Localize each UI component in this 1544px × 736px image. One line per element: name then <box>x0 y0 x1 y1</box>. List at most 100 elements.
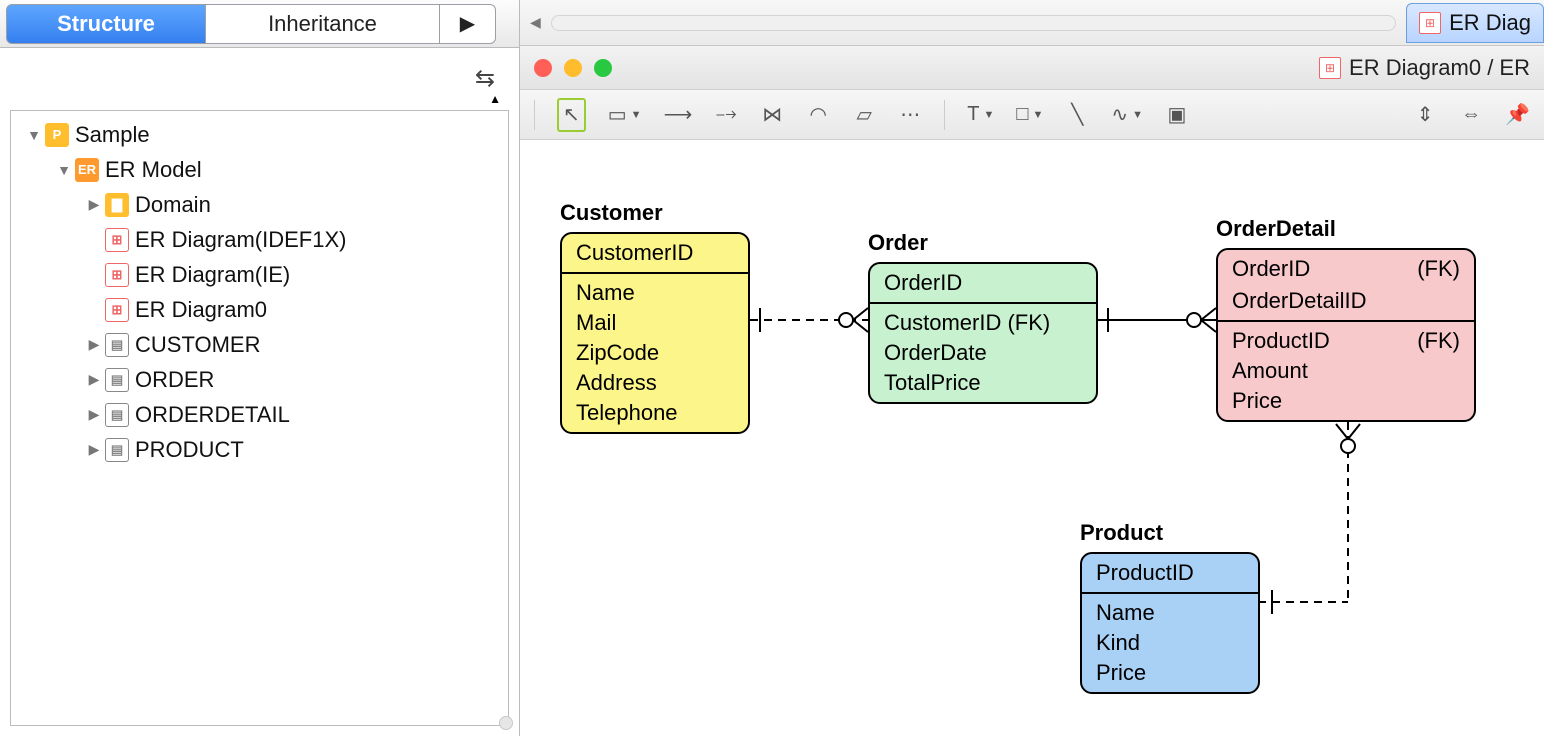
er-diagram-icon: ⊞ <box>105 228 129 252</box>
table-icon: ▤ <box>105 333 129 357</box>
resize-handle[interactable] <box>499 716 513 730</box>
tool-image[interactable]: ▣ <box>1165 98 1189 132</box>
tab-inheritance[interactable]: Inheritance <box>206 4 440 44</box>
editor-area: ◀ ⊞ ER Diag ⊞ ER Diagram0 / ER ↖ ▭▼ ⟶ ⤍ <box>520 0 1544 736</box>
tool-note[interactable]: ▱ <box>852 98 876 132</box>
diagram-canvas[interactable]: Customer CustomerID Name Mail ZipCode Ad… <box>520 140 1544 736</box>
er-diagram-icon: ⊞ <box>105 298 129 322</box>
entity-title: OrderDetail <box>1216 216 1476 242</box>
attribute: Kind <box>1082 628 1258 658</box>
attribute: OrderDate <box>870 338 1096 368</box>
sidebar-toolbar: ⇆ ▲ <box>0 48 519 108</box>
left-sidebar: Structure Inheritance ▶ ⇆ ▲ ▼ P Sample ▼… <box>0 0 520 736</box>
sidebar-tabbar: Structure Inheritance ▶ <box>0 0 519 48</box>
tree-label: Sample <box>75 122 150 148</box>
diagram-toolbar: ↖ ▭▼ ⟶ ⤍ ⋈ ◠ ▱ ⋯ T▼ □▼ ╲ ∿▼ ▣ ⇕ ⇔ 📌 <box>520 90 1544 140</box>
tree-node-diagram-idef1x[interactable]: ▶ ⊞ ER Diagram(IDEF1X) <box>19 222 500 257</box>
entity-product[interactable]: Product ProductID Name Kind Price <box>1080 520 1260 694</box>
er-diagram-icon: ⊞ <box>105 263 129 287</box>
pk-attribute: OrderID(FK) <box>1218 250 1474 282</box>
tree-label: ORDER <box>135 367 214 393</box>
pk-attribute: OrderDetailID <box>1218 282 1474 322</box>
close-window-button[interactable] <box>534 59 552 77</box>
separator <box>944 100 945 130</box>
tool-align-vertical[interactable]: ⇕ <box>1413 98 1437 132</box>
tree-node-domain[interactable]: ▶ ▇ Domain <box>19 187 500 222</box>
zoom-window-button[interactable] <box>594 59 612 77</box>
tool-relation-ident[interactable]: ⤍ <box>714 98 738 132</box>
entity-order[interactable]: Order OrderID CustomerID (FK) OrderDate … <box>868 230 1098 404</box>
tool-text[interactable]: T▼ <box>967 98 994 132</box>
tab-structure[interactable]: Structure <box>6 4 206 44</box>
attribute: Telephone <box>562 398 748 428</box>
tree-node-customer[interactable]: ▶ ▤ CUSTOMER <box>19 327 500 362</box>
attribute: Name <box>562 278 748 308</box>
tree-label: PRODUCT <box>135 437 244 463</box>
tree-label: ER Diagram0 <box>135 297 267 323</box>
editor-tab-label: ER Diag <box>1449 10 1531 36</box>
tool-subtype[interactable]: ◠ <box>806 98 830 132</box>
swap-icon[interactable]: ⇆ <box>475 64 495 93</box>
tree-label: Domain <box>135 192 211 218</box>
pk-attribute: CustomerID <box>562 234 748 274</box>
tree-label: ORDERDETAIL <box>135 402 290 428</box>
entity-title: Order <box>868 230 1098 256</box>
entity-title: Product <box>1080 520 1260 546</box>
tree-node-orderdetail[interactable]: ▶ ▤ ORDERDETAIL <box>19 397 500 432</box>
pk-attribute: ProductID <box>1082 554 1258 594</box>
attribute: Address <box>562 368 748 398</box>
attribute: Price <box>1218 386 1474 416</box>
relation-customer-order[interactable] <box>750 300 870 340</box>
er-model-icon: ER <box>75 158 99 182</box>
relation-product-orderdetail[interactable] <box>1258 422 1388 622</box>
separator <box>534 100 535 130</box>
entity-orderdetail[interactable]: OrderDetail OrderID(FK) OrderDetailID Pr… <box>1216 216 1476 422</box>
tree-node-order[interactable]: ▶ ▤ ORDER <box>19 362 500 397</box>
table-icon: ▤ <box>105 368 129 392</box>
attribute: TotalPrice <box>870 368 1096 398</box>
scroll-left-icon[interactable]: ◀ <box>520 14 551 31</box>
attribute: ProductID(FK) <box>1218 326 1474 356</box>
tool-relation-many[interactable]: ⋈ <box>760 98 784 132</box>
tool-entity[interactable]: ▭▼ <box>608 98 642 132</box>
project-icon: P <box>45 123 69 147</box>
attribute: CustomerID (FK) <box>870 308 1096 338</box>
attribute: Name <box>1082 598 1258 628</box>
tree-node-diagram-ie[interactable]: ▶ ⊞ ER Diagram(IE) <box>19 257 500 292</box>
tool-rect[interactable]: □▼ <box>1016 98 1043 132</box>
tab-more[interactable]: ▶ <box>440 4 496 44</box>
editor-tab-erdiag[interactable]: ⊞ ER Diag <box>1406 3 1544 43</box>
tool-freehand[interactable]: ∿▼ <box>1111 98 1143 132</box>
tree-label: ER Diagram(IE) <box>135 262 290 288</box>
tool-pin[interactable]: 📌 <box>1505 98 1530 132</box>
minimize-window-button[interactable] <box>564 59 582 77</box>
attribute: ZipCode <box>562 338 748 368</box>
entity-title: Customer <box>560 200 750 226</box>
er-diagram-icon: ⊞ <box>1319 57 1341 79</box>
tree-node-product[interactable]: ▶ ▤ PRODUCT <box>19 432 500 467</box>
panel-menu-icon[interactable]: ▲ <box>489 92 501 106</box>
tool-line[interactable]: ╲ <box>1065 98 1089 132</box>
pk-attribute: OrderID <box>870 264 1096 304</box>
folder-icon: ▇ <box>105 193 129 217</box>
tool-more[interactable]: ⋯ <box>898 98 922 132</box>
tool-relation-nonident[interactable]: ⟶ <box>664 98 693 132</box>
tab-scrollbar[interactable] <box>551 15 1396 31</box>
tree-label: ER Model <box>105 157 202 183</box>
table-icon: ▤ <box>105 403 129 427</box>
table-icon: ▤ <box>105 438 129 462</box>
entity-customer[interactable]: Customer CustomerID Name Mail ZipCode Ad… <box>560 200 750 434</box>
relation-order-orderdetail[interactable] <box>1098 300 1218 340</box>
tool-pointer[interactable]: ↖ <box>557 98 586 132</box>
tree-label: ER Diagram(IDEF1X) <box>135 227 346 253</box>
tool-align-horizontal[interactable]: ⇔ <box>1459 98 1483 132</box>
tree-node-diagram0[interactable]: ▶ ⊞ ER Diagram0 <box>19 292 500 327</box>
er-diagram-icon: ⊞ <box>1419 12 1441 34</box>
tree-node-sample[interactable]: ▼ P Sample <box>19 117 500 152</box>
tree-node-ermodel[interactable]: ▼ ER ER Model <box>19 152 500 187</box>
project-tree[interactable]: ▼ P Sample ▼ ER ER Model ▶ ▇ Domain ▶ ⊞ … <box>10 110 509 726</box>
window-titlebar: ⊞ ER Diagram0 / ER <box>520 46 1544 90</box>
attribute: Amount <box>1218 356 1474 386</box>
window-title-text: ER Diagram0 / ER <box>1349 55 1530 81</box>
attribute: Price <box>1082 658 1258 688</box>
